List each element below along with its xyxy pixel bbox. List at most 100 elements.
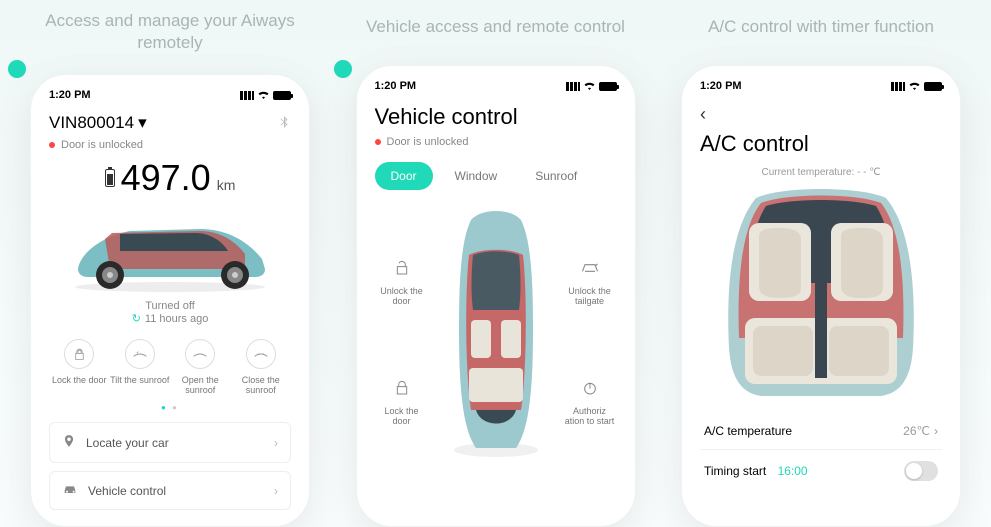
status-dot-icon xyxy=(375,139,381,145)
page-title: Vehicle control xyxy=(375,104,617,130)
door-status: Door is unlocked xyxy=(49,139,291,151)
action-lock-door[interactable]: Lock the door xyxy=(49,339,110,395)
control-lock-door[interactable]: Lock the door xyxy=(375,375,429,426)
door-status: Door is unlocked xyxy=(375,136,617,148)
car-side-image xyxy=(49,209,291,294)
wifi-icon xyxy=(583,81,596,91)
status-icons xyxy=(566,81,617,91)
tab-sunroof[interactable]: Sunroof xyxy=(519,162,593,190)
location-pin-icon xyxy=(62,434,76,451)
menu-label: Locate your car xyxy=(86,436,169,450)
bluetooth-icon[interactable] xyxy=(277,115,291,132)
status-bar: 1:20 PM xyxy=(700,80,942,92)
car-top-image xyxy=(441,200,551,460)
control-unlock-tailgate[interactable]: Unlock the tailgate xyxy=(563,255,617,306)
back-button[interactable]: ‹ xyxy=(700,104,942,125)
action-close-sunroof[interactable]: Close the sunroof xyxy=(231,339,292,395)
range-unit: km xyxy=(217,177,236,193)
menu-vehicle-control[interactable]: Vehicle control › xyxy=(49,471,291,510)
battery-icon xyxy=(599,82,617,91)
phone-frame: 1:20 PM VIN800014 ▾ Door is unlocked 497… xyxy=(30,74,310,527)
sunroof-tilt-icon xyxy=(125,339,155,369)
status-bar: 1:20 PM xyxy=(49,89,291,101)
setting-ac-temp[interactable]: A/C temperature 26℃ › xyxy=(700,413,942,450)
panel-title: A/C control with timer function xyxy=(688,0,954,65)
status-icons xyxy=(240,90,291,100)
decor-dot xyxy=(334,60,352,78)
status-bar: 1:20 PM xyxy=(375,80,617,92)
timing-value: 16:00 xyxy=(778,464,808,478)
battery-level-icon xyxy=(105,169,115,187)
lock-icon xyxy=(389,375,415,401)
phone-frame: 1:20 PM ‹ A/C control Current temperatur… xyxy=(681,65,961,527)
vehicle-control-body: Unlock the door Unlock the tailgate Lock… xyxy=(375,200,617,460)
range-display: 497.0 km xyxy=(49,157,291,199)
action-label: Open the sunroof xyxy=(170,375,231,395)
tailgate-icon xyxy=(577,255,603,281)
unlock-icon xyxy=(389,255,415,281)
status-icons xyxy=(891,81,942,91)
chevron-down-icon: ▾ xyxy=(138,113,147,133)
control-label: Authoriz ation to start xyxy=(563,406,617,426)
time: 1:20 PM xyxy=(700,80,742,92)
page-indicator: ● ● xyxy=(49,403,291,412)
signal-icon xyxy=(891,82,905,91)
action-open-sunroof[interactable]: Open the sunroof xyxy=(170,339,231,395)
setting-timing-start: Timing start 16:00 xyxy=(700,450,942,492)
tab-bar: Door Window Sunroof xyxy=(375,162,617,190)
wifi-icon xyxy=(257,90,270,100)
control-authorize-start[interactable]: Authoriz ation to start xyxy=(563,375,617,426)
time: 1:20 PM xyxy=(49,89,91,101)
battery-icon xyxy=(924,82,942,91)
car-icon xyxy=(62,483,78,498)
control-unlock-door[interactable]: Unlock the door xyxy=(375,255,429,306)
panel-ac-control: A/C control with timer function 1:20 PM … xyxy=(661,0,981,527)
last-update: ↻ 11 hours ago xyxy=(49,312,291,325)
setting-value-wrap: 26℃ › xyxy=(903,424,938,438)
action-label: Lock the door xyxy=(49,375,110,385)
panel-title: Vehicle access and remote control xyxy=(346,0,645,65)
chevron-right-icon: › xyxy=(934,424,938,438)
refresh-icon[interactable]: ↻ xyxy=(132,312,141,325)
action-label: Tilt the sunroof xyxy=(110,375,171,385)
status-dot-icon xyxy=(49,142,55,148)
action-label: Close the sunroof xyxy=(231,375,292,395)
control-label: Unlock the door xyxy=(375,286,429,306)
lock-icon xyxy=(64,339,94,369)
sunroof-open-icon xyxy=(185,339,215,369)
signal-icon xyxy=(566,82,580,91)
control-label: Unlock the tailgate xyxy=(563,286,617,306)
tab-window[interactable]: Window xyxy=(439,162,514,190)
menu-label: Vehicle control xyxy=(88,484,166,498)
current-temp: Current temperature: - - ℃ xyxy=(700,167,942,178)
last-update-text: 11 hours ago xyxy=(145,313,208,325)
door-status-text: Door is unlocked xyxy=(387,136,469,148)
panel-title: Access and manage your Aiways remotely xyxy=(10,0,330,74)
phone-frame: 1:20 PM Vehicle control Door is unlocked… xyxy=(356,65,636,527)
action-tilt-sunroof[interactable]: Tilt the sunroof xyxy=(110,339,171,395)
power-state: Turned off xyxy=(49,300,291,312)
vin-selector[interactable]: VIN800014 ▾ xyxy=(49,113,147,133)
menu-locate-car[interactable]: Locate your car › xyxy=(49,422,291,463)
vin-text: VIN800014 xyxy=(49,113,134,133)
battery-icon xyxy=(273,91,291,100)
signal-icon xyxy=(240,91,254,100)
control-label: Lock the door xyxy=(375,406,429,426)
power-icon xyxy=(577,375,603,401)
setting-label: A/C temperature xyxy=(704,424,792,438)
time: 1:20 PM xyxy=(375,80,417,92)
tab-door[interactable]: Door xyxy=(375,162,433,190)
panel-home: Access and manage your Aiways remotely 1… xyxy=(10,0,330,527)
panel-vehicle-control: Vehicle access and remote control 1:20 P… xyxy=(336,0,656,527)
decor-dot xyxy=(8,60,26,78)
sunroof-close-icon xyxy=(246,339,276,369)
quick-actions: Lock the door Tilt the sunroof Open the … xyxy=(49,339,291,395)
setting-label-wrap: Timing start 16:00 xyxy=(704,464,808,478)
range-value: 497.0 xyxy=(121,157,211,199)
setting-value: 26℃ xyxy=(903,424,930,438)
setting-label: Timing start xyxy=(704,464,766,478)
chevron-right-icon: › xyxy=(274,484,278,498)
timing-toggle[interactable] xyxy=(904,461,938,481)
wifi-icon xyxy=(908,81,921,91)
chevron-right-icon: › xyxy=(274,436,278,450)
